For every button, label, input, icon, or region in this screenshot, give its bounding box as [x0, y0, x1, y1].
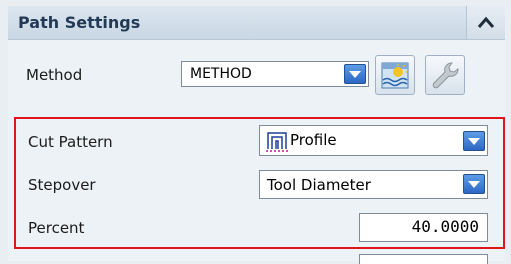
percent-label: Percent: [28, 219, 85, 237]
method-label: Method: [26, 66, 83, 84]
method-value: METHOD: [190, 66, 252, 82]
collapse-button[interactable]: [466, 6, 505, 39]
display-method-icon: [381, 62, 409, 89]
chevron-down-icon[interactable]: [463, 131, 485, 151]
stepover-value: Tool Diameter: [267, 176, 371, 194]
method-tool-button[interactable]: [425, 55, 465, 95]
cut-pattern-value: Profile: [290, 131, 337, 149]
chevron-down-icon[interactable]: [344, 64, 366, 84]
stepover-label: Stepover: [28, 176, 96, 194]
stepover-dropdown[interactable]: Tool Diameter: [259, 170, 488, 199]
chevron-down-icon[interactable]: [463, 174, 485, 194]
section-header[interactable]: Path Settings: [8, 6, 505, 40]
chevron-up-icon: [477, 16, 495, 28]
profile-pattern-icon: [266, 132, 288, 152]
edit-method-button[interactable]: [375, 55, 415, 95]
percent-input[interactable]: 40.0000: [359, 213, 488, 242]
cut-pattern-label: Cut Pattern: [28, 133, 113, 151]
percent-value: 40.0000: [411, 217, 479, 236]
method-dropdown[interactable]: METHOD: [181, 61, 369, 87]
cut-pattern-dropdown[interactable]: Profile: [259, 125, 488, 156]
section-title: Path Settings: [18, 13, 141, 32]
next-field-partial[interactable]: [359, 254, 488, 264]
wrench-icon: [432, 62, 459, 89]
